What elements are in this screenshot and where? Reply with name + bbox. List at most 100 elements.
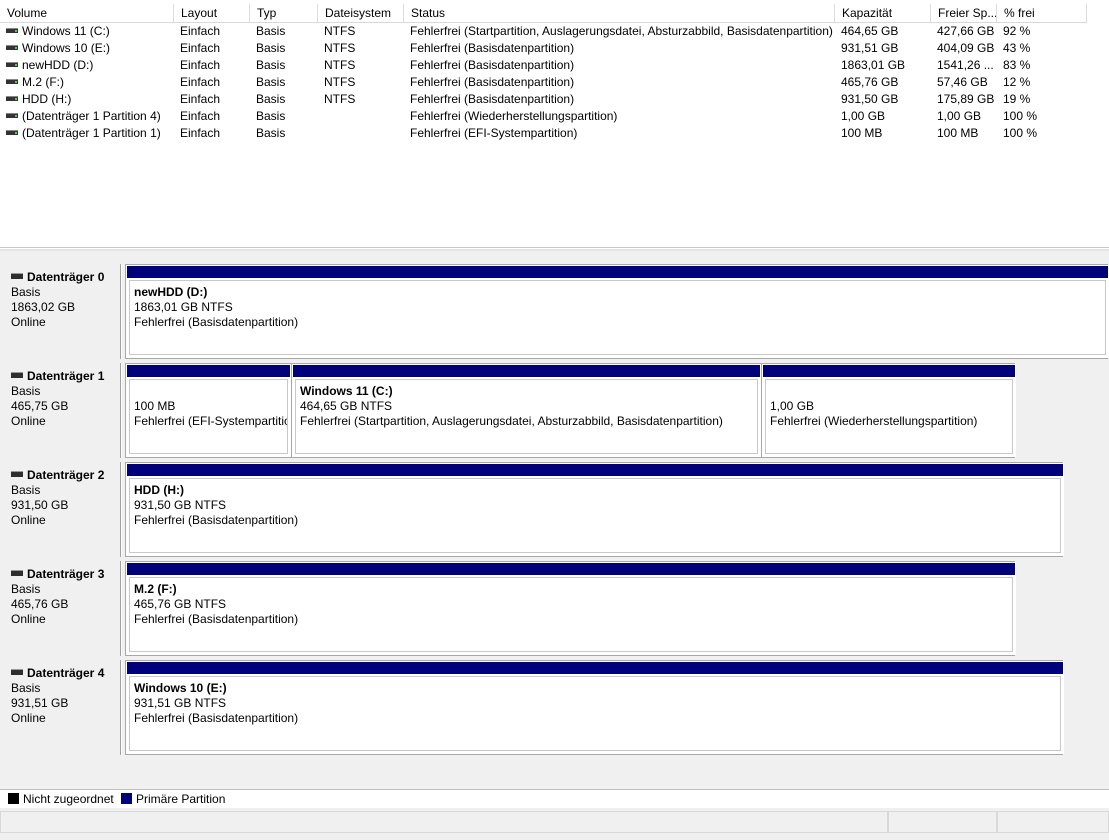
volume-row[interactable]: M.2 (F:) Einfach Basis NTFS Fehlerfrei (Basi… bbox=[0, 74, 1087, 91]
column-header-1[interactable]: Layout bbox=[174, 4, 250, 22]
disk-partitions: M.2 (F:) 465,76 GB NTFS Fehlerfrei (Basisd… bbox=[125, 561, 1016, 656]
volume-cell: 100 % bbox=[1003, 126, 1038, 140]
disk-size: 465,75 GB bbox=[11, 399, 69, 413]
column-header-5[interactable]: Kapazität bbox=[835, 4, 931, 22]
column-header-4[interactable]: Status bbox=[404, 4, 835, 22]
disk-state: Online bbox=[11, 513, 46, 527]
volume-cell: 83 % bbox=[1003, 58, 1031, 72]
legend-unallocated-label: Nicht zugeordnet bbox=[23, 792, 114, 806]
primary-partition-stripe bbox=[127, 662, 1063, 674]
disk-row[interactable]: Datenträger 0 Basis 1863,02 GB Online newHDD… bbox=[3, 264, 1109, 359]
volume-cell: Einfach bbox=[180, 75, 221, 89]
disk-row[interactable]: Datenträger 2 Basis 931,50 GB Online HDD (H:… bbox=[3, 462, 1064, 557]
disk-view[interactable]: Datenträger 0 Basis 1863,02 GB Online newHDD… bbox=[0, 249, 1109, 791]
drive-icon bbox=[6, 113, 18, 119]
disk-info[interactable]: Datenträger 4 Basis 931,51 GB Online bbox=[3, 660, 122, 755]
volume-cell: Basis bbox=[256, 92, 286, 106]
partition-block[interactable]: 100 MB Fehlerfrei (EFI-Systempartitic bbox=[126, 364, 292, 457]
column-header-6[interactable]: Freier Sp... bbox=[931, 4, 997, 22]
volume-cell: 12 % bbox=[1003, 75, 1031, 89]
volume-row[interactable]: newHDD (D:) Einfach Basis NTFS Fehlerfrei (B… bbox=[0, 57, 1087, 74]
partition-status: Fehlerfrei (EFI-Systempartitic bbox=[134, 414, 288, 428]
partition-block[interactable]: M.2 (F:) 465,76 GB NTFS Fehlerfrei (Basisd… bbox=[126, 562, 1016, 655]
partition-name bbox=[770, 384, 1012, 399]
disk-row[interactable]: Datenträger 4 Basis 931,51 GB Online Windows… bbox=[3, 660, 1064, 755]
volume-name: newHDD (D:) bbox=[22, 58, 94, 72]
volume-name: HDD (H:) bbox=[22, 92, 72, 106]
volume-row[interactable]: Windows 11 (C:) Einfach Basis NTFS Fehlerfre… bbox=[0, 23, 1087, 40]
volume-cell: Basis bbox=[256, 75, 286, 89]
volume-cell: Fehlerfrei (Basisdatenpartition) bbox=[410, 58, 575, 72]
drive-icon bbox=[6, 130, 18, 136]
volume-cell: 100 % bbox=[1003, 109, 1038, 123]
disk-info[interactable]: Datenträger 1 Basis 465,75 GB Online bbox=[3, 363, 122, 458]
disk-name: Datenträger 2 bbox=[11, 468, 121, 483]
disk-icon bbox=[11, 570, 23, 577]
volume-list[interactable]: Volume Layout Typ Dateisystem Status Kapazitä… bbox=[0, 0, 1109, 248]
disk-partitions: 100 MB Fehlerfrei (EFI-Systempartitic Wind… bbox=[125, 363, 1016, 458]
partition-name: Windows 11 (C:) bbox=[300, 384, 393, 398]
disk-row[interactable]: Datenträger 3 Basis 465,76 GB Online M.2 (F:… bbox=[3, 561, 1016, 656]
primary-partition-stripe bbox=[763, 365, 1015, 377]
volume-cell: 465,76 GB bbox=[841, 75, 899, 89]
disk-type: Basis bbox=[11, 681, 41, 695]
volume-list-header: Volume Layout Typ Dateisystem Status Kapazitä… bbox=[0, 4, 1087, 23]
volume-row[interactable]: Windows 10 (E:) Einfach Basis NTFS Fehlerfre… bbox=[0, 40, 1087, 57]
volume-cell: Fehlerfrei (Basisdatenpartition) bbox=[410, 75, 575, 89]
unallocated-swatch-icon bbox=[8, 793, 19, 805]
disk-partitions: HDD (H:) 931,50 GB NTFS Fehlerfrei (Basisd… bbox=[125, 462, 1064, 557]
volume-cell: Einfach bbox=[180, 24, 221, 38]
volume-cell: 100 MB bbox=[937, 126, 979, 140]
volume-cell: Windows 10 (E:) bbox=[0, 40, 174, 57]
volume-row[interactable]: (Datenträger 1 Partition 1) Einfach Basis F… bbox=[0, 125, 1087, 142]
drive-icon bbox=[6, 62, 18, 68]
volume-cell: Basis bbox=[256, 41, 286, 55]
partition-block[interactable]: 1,00 GB Fehlerfrei (Wiederherstellungspar… bbox=[762, 364, 1016, 457]
disk-size: 465,76 GB bbox=[11, 597, 69, 611]
column-header-3[interactable]: Dateisystem bbox=[318, 4, 404, 22]
volume-cell: Basis bbox=[256, 24, 286, 38]
partition-block[interactable]: HDD (H:) 931,50 GB NTFS Fehlerfrei (Basisd… bbox=[126, 463, 1064, 556]
volume-cell: Basis bbox=[256, 109, 286, 123]
volume-cell: 100 MB bbox=[841, 126, 883, 140]
volume-name: (Datenträger 1 Partition 1) bbox=[22, 126, 161, 140]
disk-row[interactable]: Datenträger 1 Basis 465,75 GB Online 100 MB F… bbox=[3, 363, 1016, 458]
partition-status: Fehlerfrei (Basisdatenpartition) bbox=[134, 711, 299, 725]
volume-cell: Fehlerfrei (Basisdatenpartition) bbox=[410, 41, 575, 55]
partition-body: 100 MB Fehlerfrei (EFI-Systempartitic bbox=[129, 379, 288, 454]
volume-cell: 1541,26 ... bbox=[937, 58, 994, 72]
partition-name: newHDD (D:) bbox=[134, 285, 208, 299]
volume-cell: Fehlerfrei (Startpartition, Auslagerungs… bbox=[410, 24, 833, 38]
volume-row[interactable]: (Datenträger 1 Partition 4) Einfach Basis F… bbox=[0, 108, 1087, 125]
drive-icon bbox=[6, 45, 18, 51]
disk-size: 931,51 GB bbox=[11, 696, 69, 710]
partition-size: 1,00 GB bbox=[770, 399, 815, 413]
volume-cell: (Datenträger 1 Partition 4) bbox=[0, 108, 174, 125]
volume-cell: NTFS bbox=[324, 75, 356, 89]
volume-cell: Einfach bbox=[180, 41, 221, 55]
column-header-2[interactable]: Typ bbox=[250, 4, 318, 22]
disk-info[interactable]: Datenträger 2 Basis 931,50 GB Online bbox=[3, 462, 122, 557]
disk-info[interactable]: Datenträger 3 Basis 465,76 GB Online bbox=[3, 561, 122, 656]
volume-name: Windows 10 (E:) bbox=[22, 41, 111, 55]
column-header-0[interactable]: Volume bbox=[0, 4, 174, 22]
primary-partition-stripe bbox=[127, 266, 1108, 278]
column-header-7[interactable]: % frei bbox=[997, 4, 1087, 22]
partition-block[interactable]: Windows 11 (C:) 464,65 GB NTFS Fehlerfrei … bbox=[292, 364, 762, 457]
partition-block[interactable]: Windows 10 (E:) 931,51 GB NTFS Fehlerfrei … bbox=[126, 661, 1064, 754]
disk-name-label: Datenträger 1 bbox=[27, 369, 105, 383]
volume-row[interactable]: HDD (H:) Einfach Basis NTFS Fehlerfrei (Basi… bbox=[0, 91, 1087, 108]
volume-cell: NTFS bbox=[324, 24, 356, 38]
volume-cell: NTFS bbox=[324, 58, 356, 72]
disk-info[interactable]: Datenträger 0 Basis 1863,02 GB Online bbox=[3, 264, 122, 359]
partition-name: HDD (H:) bbox=[134, 483, 184, 497]
disk-name-label: Datenträger 2 bbox=[27, 468, 105, 482]
partition-block[interactable]: newHDD (D:) 1863,01 GB NTFS Fehlerfrei (Ba… bbox=[126, 265, 1109, 358]
status-pane-2 bbox=[888, 811, 997, 833]
partition-status: Fehlerfrei (Basisdatenpartition) bbox=[134, 315, 299, 329]
status-bar bbox=[0, 808, 1109, 840]
volume-cell: HDD (H:) bbox=[0, 91, 174, 108]
disk-state: Online bbox=[11, 414, 46, 428]
disk-name-label: Datenträger 4 bbox=[27, 666, 105, 680]
primary-partition-stripe bbox=[127, 365, 290, 377]
